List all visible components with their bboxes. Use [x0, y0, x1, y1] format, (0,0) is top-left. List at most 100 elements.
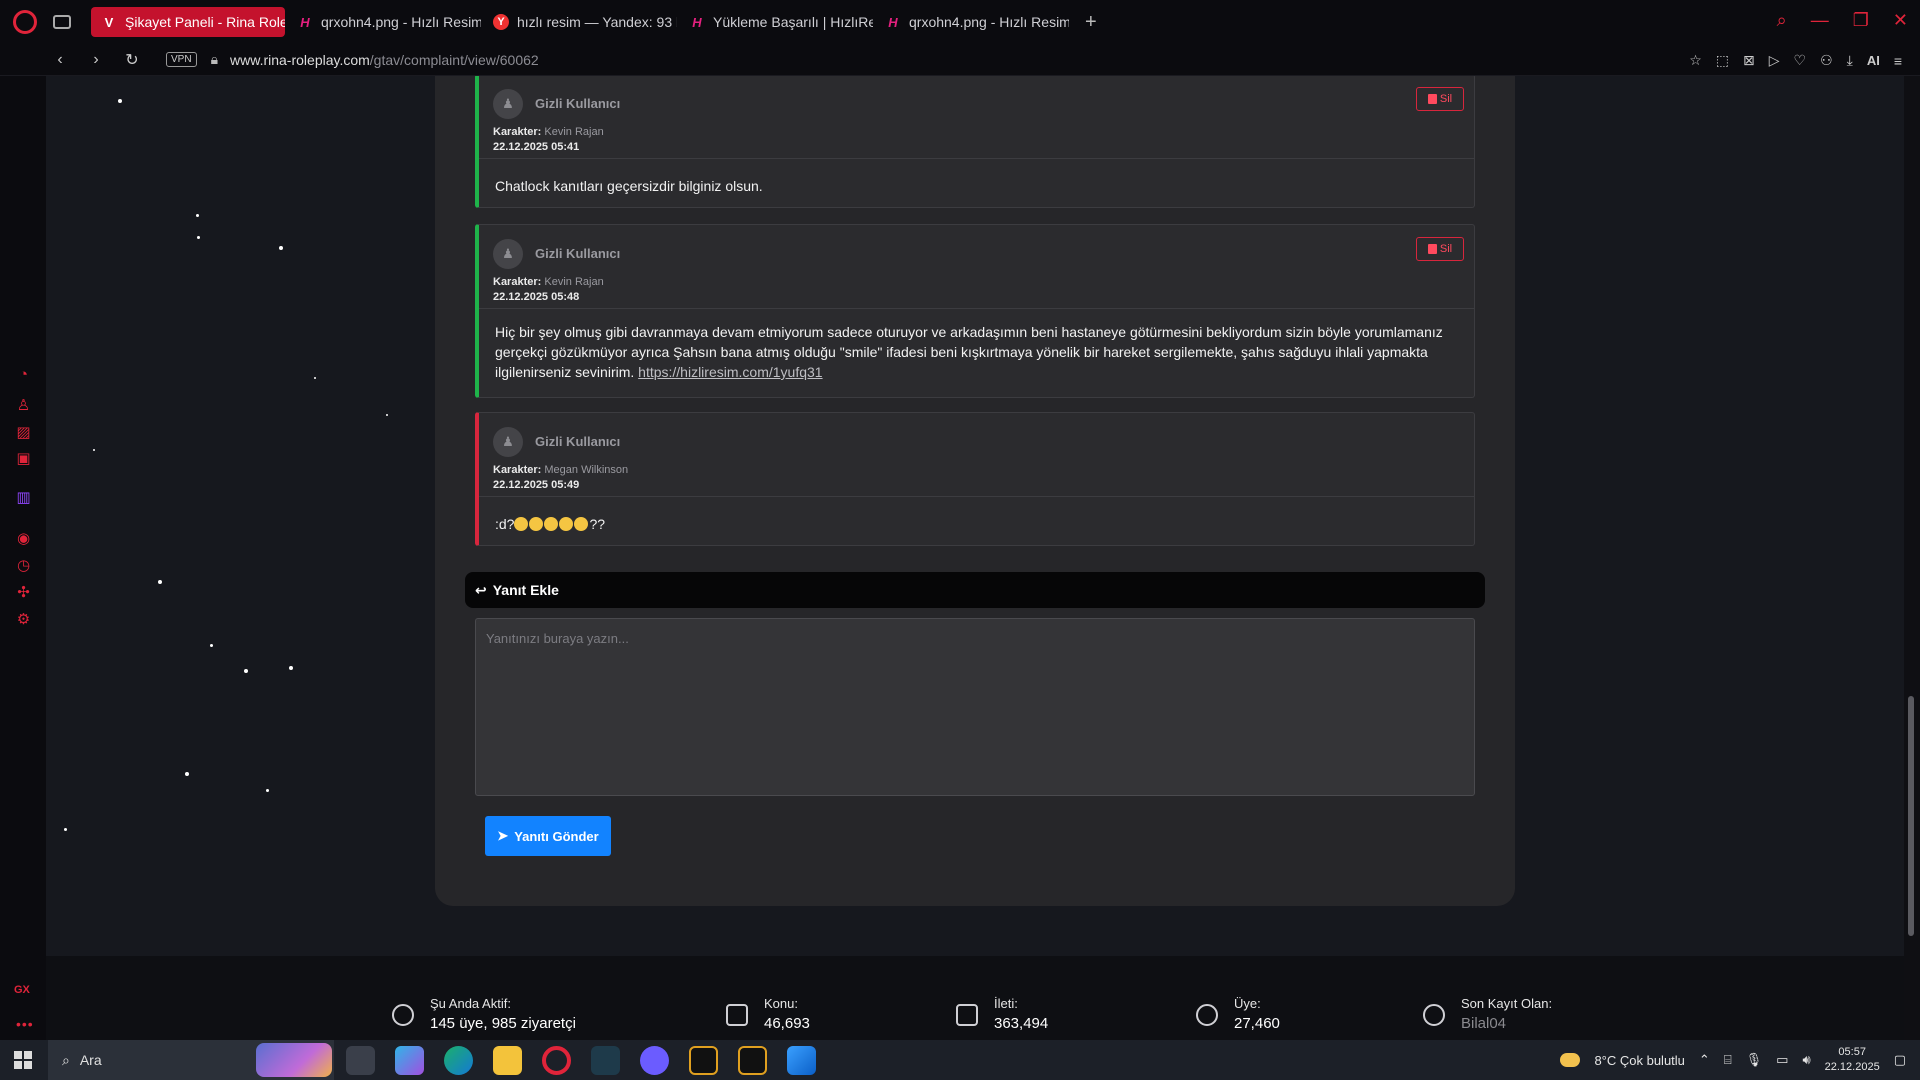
chevron-up-icon[interactable]: ⌃ — [1699, 1052, 1710, 1068]
send-reply-button[interactable]: ➤ Yanıtı Gönder — [485, 816, 611, 856]
browser-tab[interactable]: V Şikayet Paneli - Rina Roleplay — [91, 7, 285, 37]
tab-favicon-icon: H — [300, 14, 310, 30]
back-icon[interactable]: ‹ — [52, 51, 68, 69]
browser-tab[interactable]: Yhızlı resim — Yandex: 93 bin — [483, 7, 677, 37]
character-name: Kevin Rajan — [544, 276, 604, 288]
microphone-icon[interactable]: 🎙︎ — [1746, 1052, 1763, 1068]
delete-button[interactable]: Sil — [1416, 87, 1464, 111]
file-explorer-icon[interactable] — [493, 1046, 522, 1075]
network-icon[interactable]: ⌸ — [1724, 1052, 1732, 1068]
clock[interactable]: 05:57 22.12.2025 — [1825, 1045, 1880, 1075]
url-field[interactable]: www.rina-roleplay.com/gtav/complaint/vie… — [230, 52, 539, 68]
display-icon[interactable]: ▭ — [1776, 1052, 1788, 1068]
emoji-group — [514, 516, 589, 532]
smile-emoji-icon — [529, 517, 544, 531]
weather-text[interactable]: 8°C Çok bulutlu — [1594, 1053, 1684, 1068]
comment-text: :d??? — [479, 497, 1474, 551]
stat-value: 46,693 — [764, 1015, 810, 1032]
gx-logo-icon[interactable]: GX — [14, 984, 30, 996]
forward-icon[interactable]: › — [88, 51, 104, 69]
league-icon[interactable] — [591, 1046, 620, 1075]
photos-icon[interactable] — [787, 1046, 816, 1075]
browser-tab-strip: VŞikayet Paneli - Rina RoleplayHqrxohn4.… — [0, 0, 1920, 44]
messenger-icon[interactable]: ▨ — [15, 424, 32, 441]
stat-posts: İleti: 363,494 — [956, 996, 1048, 1032]
lock-icon[interactable]: 🔒︎ — [211, 51, 218, 68]
page-scrollbar[interactable] — [1904, 76, 1920, 1040]
snowflake — [386, 414, 388, 416]
new-tab-icon[interactable]: + — [1085, 11, 1097, 34]
close-window-icon[interactable]: ✕ — [1893, 10, 1908, 31]
comment-card: ♟ Gizli Kullanıcı Karakter: Kevin Rajan … — [475, 76, 1475, 208]
menu-icon[interactable]: ≡ — [1894, 53, 1902, 69]
folder-icon — [726, 1004, 748, 1026]
snowflake — [314, 377, 316, 379]
reply-textarea[interactable] — [475, 618, 1475, 796]
volume-icon[interactable]: 🔊︎ — [1802, 1052, 1810, 1068]
copilot-icon[interactable] — [395, 1046, 424, 1075]
search-tabs-icon[interactable]: ⌕ — [1777, 10, 1787, 31]
smile-emoji-icon — [574, 517, 589, 531]
windows-start-icon[interactable] — [14, 1051, 32, 1069]
users-icon — [392, 1004, 414, 1026]
speed-dial-icon[interactable]: ◔ — [15, 366, 32, 383]
reply-arrow-icon: ↩ — [475, 581, 487, 598]
opera-gx-taskbar-icon[interactable] — [542, 1046, 571, 1075]
ai-bot-icon[interactable]: ♙ — [15, 397, 32, 414]
player-sidebar-icon[interactable]: ◉ — [15, 530, 32, 547]
browser-tab[interactable]: H Yükleme Başarılı | HızlıResim — [679, 7, 873, 37]
forum-stats-footer: Şu Anda Aktif: 145 üye, 985 ziyaretçi Ko… — [46, 956, 1904, 1040]
stat-text: Şu Anda Aktif: 145 üye, 985 ziyaretçi — [430, 996, 576, 1032]
comment-text-prefix: :d? — [495, 516, 515, 532]
evidence-link[interactable]: https://hizliresim.com/1yufq31 — [638, 364, 822, 380]
opera-logo-icon[interactable] — [13, 10, 37, 34]
twitch-icon[interactable]: ▥ — [15, 489, 32, 506]
clock-date: 22.12.2025 — [1824, 1061, 1880, 1073]
weather-icon[interactable] — [1560, 1053, 1581, 1067]
rockstar-icon[interactable] — [689, 1046, 718, 1075]
player-icon[interactable]: ▷ — [1769, 52, 1780, 69]
snowflake — [64, 828, 67, 831]
vpn-badge[interactable]: VPN — [166, 52, 197, 67]
minimize-icon[interactable]: — — [1811, 10, 1829, 31]
download-icon[interactable]: ⤓ — [1847, 52, 1853, 69]
heart-icon[interactable]: ♡ — [1794, 52, 1807, 69]
search-highlight-image — [256, 1043, 332, 1077]
settings-icon[interactable]: ⚙ — [15, 611, 32, 628]
stat-text: Üye: 27,460 — [1234, 996, 1280, 1032]
character-label: Karakter: — [493, 126, 542, 138]
discord-icon[interactable] — [640, 1046, 669, 1075]
extensions-icon[interactable]: ✣ — [15, 584, 32, 601]
reload-icon[interactable]: ↻ — [124, 50, 140, 70]
browser-tab[interactable]: Hqrxohn4.png - Hızlı Resim — [875, 7, 1069, 37]
snowflake — [93, 449, 95, 451]
scrollbar-thumb[interactable] — [1908, 696, 1914, 936]
snapshot-icon[interactable]: ⬚ — [1716, 52, 1729, 69]
adblock-icon[interactable]: ⊠ — [1743, 52, 1755, 69]
tab-menu-icon[interactable] — [53, 15, 71, 29]
address-bar: ‹ › ↻ VPN 🔒︎ www.rina-roleplay.com/gtav/… — [0, 44, 1920, 76]
history-icon[interactable]: ◷ — [15, 557, 32, 574]
more-icon[interactable]: ••• — [16, 1016, 34, 1032]
comment-header: ♟ Gizli Kullanıcı Karakter: Megan Wilkin… — [479, 413, 1474, 497]
snowflake — [118, 99, 122, 103]
notification-icon[interactable]: ▢ — [1894, 1052, 1906, 1068]
smile-emoji-icon — [544, 517, 559, 531]
ai-button[interactable]: AI — [1867, 53, 1880, 68]
bookmark-icon[interactable]: ☆ — [1689, 52, 1702, 69]
tab-favicon-icon: H — [888, 14, 898, 30]
comment-text: Chatlock kanıtları geçersizdir bilginiz … — [495, 178, 763, 194]
account-icon[interactable]: ⚇ — [1820, 52, 1833, 69]
browser-tab[interactable]: Hqrxohn4.png - Hızlı Resim — [287, 7, 481, 37]
comment-character: Karakter: Megan Wilkinson — [493, 464, 628, 476]
comment-username: Gizli Kullanıcı — [535, 434, 621, 449]
restore-icon[interactable]: ❐ — [1853, 10, 1869, 31]
task-view-icon[interactable] — [346, 1046, 375, 1075]
edge-icon[interactable] — [444, 1046, 473, 1075]
gx-module-icon[interactable]: ▣ — [15, 450, 32, 467]
toolbar-icons: ☆ ⬚ ⊠ ▷ ♡ ⚇ ⤓ AI ≡ — [1689, 52, 1902, 69]
delete-button[interactable]: Sil — [1416, 237, 1464, 261]
latest-member-link[interactable]: Bilal04 — [1461, 1015, 1552, 1032]
tab-list: VŞikayet Paneli - Rina RoleplayHqrxohn4.… — [91, 7, 1071, 37]
rage-mp-icon[interactable] — [738, 1046, 767, 1075]
